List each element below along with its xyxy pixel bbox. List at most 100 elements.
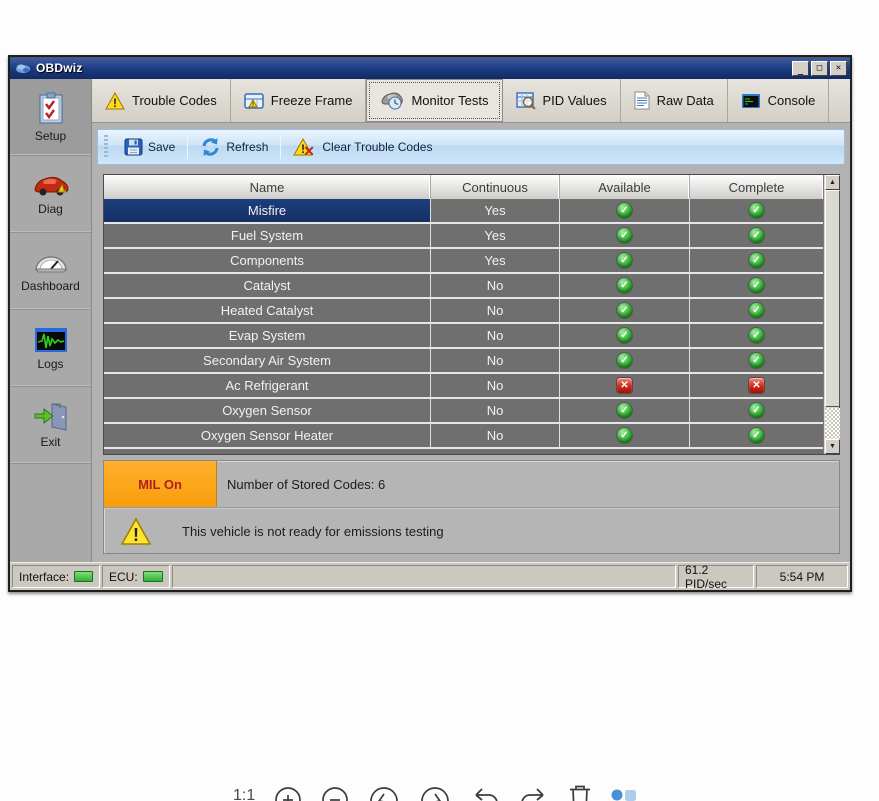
status-ok-icon: [749, 203, 764, 218]
minimize-button[interactable]: _: [792, 61, 809, 76]
toolbar-grip[interactable]: [104, 135, 108, 159]
clear-label: Clear Trouble Codes: [322, 140, 432, 154]
save-label: Save: [148, 140, 175, 154]
status-ok-icon: [749, 403, 764, 418]
cell-continuous: No: [431, 374, 560, 397]
cell-available: [560, 249, 690, 272]
tab-freeze-frame[interactable]: ! Freeze Frame: [231, 79, 367, 122]
sidebar-item-diag[interactable]: ! Diag: [10, 156, 91, 233]
table-row-components[interactable]: Components Yes: [104, 249, 823, 274]
tab-monitor-tests[interactable]: Monitor Tests: [366, 79, 502, 122]
status-ok-icon: [749, 428, 764, 443]
status-ok-icon: [617, 403, 632, 418]
column-header-continuous[interactable]: Continuous: [431, 175, 560, 199]
cell-continuous: Yes: [431, 249, 560, 272]
sidebar-item-dashboard[interactable]: Dashboard: [10, 233, 91, 310]
svg-text:!: !: [63, 187, 65, 193]
cell-continuous: No: [431, 274, 560, 297]
terminal-icon: [741, 93, 761, 109]
document-icon: [634, 91, 650, 110]
toolbar-separator: [187, 135, 188, 159]
sidebar-item-setup[interactable]: Setup: [10, 79, 91, 156]
refresh-label: Refresh: [226, 140, 268, 154]
scrollbar-thumb[interactable]: [825, 190, 840, 407]
sidebar: Setup ! Diag Dashboard: [10, 79, 92, 562]
cell-complete: [690, 224, 823, 247]
cell-name: Heated Catalyst: [104, 299, 431, 322]
grid-magnifier-icon: [516, 92, 536, 110]
tab-label: Monitor Tests: [411, 93, 488, 108]
rotate-cw-icon[interactable]: [419, 785, 451, 801]
sidebar-item-logs[interactable]: Logs: [10, 310, 91, 387]
toolbar-separator: [280, 135, 281, 159]
save-button[interactable]: Save: [116, 135, 183, 159]
save-floppy-icon: [124, 138, 143, 156]
statusbar-spacer-panel: [172, 565, 676, 588]
table-row-evap-system[interactable]: Evap System No: [104, 324, 823, 349]
warning-triangle-icon: !: [105, 92, 125, 110]
clock-panel: 5:54 PM: [756, 565, 848, 588]
svg-text:✕: ✕: [304, 143, 316, 157]
color-tools-icon[interactable]: [611, 785, 637, 801]
tab-label: Trouble Codes: [132, 93, 217, 108]
cell-available: [560, 349, 690, 372]
tab-raw-data[interactable]: Raw Data: [621, 79, 728, 122]
undo-icon[interactable]: [470, 785, 500, 801]
cell-name: Misfire: [104, 199, 431, 222]
table-row-catalyst[interactable]: Catalyst No: [104, 274, 823, 299]
status-ok-icon: [617, 353, 632, 368]
scrollbar-track[interactable]: [825, 408, 840, 439]
scroll-up-button[interactable]: ▲: [825, 175, 840, 190]
emissions-warning-text: This vehicle is not ready for emissions …: [182, 524, 444, 539]
pid-rate-panel: 61.2 PID/sec: [678, 565, 754, 588]
column-header-name[interactable]: Name: [104, 175, 431, 199]
table-row-oxygen-sensor[interactable]: Oxygen Sensor No: [104, 399, 823, 424]
tab-trouble-codes[interactable]: ! Trouble Codes: [92, 79, 231, 122]
table-row-oxygen-sensor-heater[interactable]: Oxygen Sensor Heater No: [104, 424, 823, 449]
cell-continuous: Yes: [431, 224, 560, 247]
checklist-clipboard-icon: [36, 92, 66, 126]
table-row-ac-refrigerant[interactable]: Ac Refrigerant No: [104, 374, 823, 399]
warning-triangle-icon: !: [120, 517, 152, 546]
sidebar-item-label: Logs: [37, 357, 63, 371]
window-title: OBDwiz: [36, 61, 790, 75]
freeze-frame-grid-icon: !: [244, 92, 264, 110]
column-header-available[interactable]: Available: [560, 175, 690, 199]
table-row-fuel-system[interactable]: Fuel System Yes: [104, 224, 823, 249]
titlebar[interactable]: OBDwiz _ □ ✕: [10, 57, 850, 79]
scroll-down-button[interactable]: ▼: [825, 439, 840, 454]
table-scrollbar[interactable]: ▲ ▼: [823, 175, 839, 454]
cell-continuous: No: [431, 324, 560, 347]
sidebar-item-label: Setup: [35, 129, 66, 143]
maximize-button[interactable]: □: [811, 61, 828, 76]
cell-name: Catalyst: [104, 274, 431, 297]
column-header-complete[interactable]: Complete: [690, 175, 823, 199]
status-ok-icon: [617, 228, 632, 243]
app-logo-icon: [15, 62, 31, 74]
tab-console[interactable]: Console: [728, 79, 830, 122]
actual-size-label[interactable]: 1:1: [233, 785, 255, 801]
interface-label: Interface:: [19, 570, 69, 584]
redo-icon[interactable]: [519, 785, 549, 801]
close-button[interactable]: ✕: [830, 61, 847, 76]
refresh-button[interactable]: Refresh: [192, 134, 276, 160]
mil-status-badge[interactable]: MIL On: [104, 461, 217, 507]
zoom-out-icon[interactable]: [321, 785, 349, 801]
zoom-in-icon[interactable]: [274, 785, 302, 801]
delete-trash-icon[interactable]: [568, 785, 592, 801]
status-ok-icon: [617, 203, 632, 218]
cell-complete: [690, 399, 823, 422]
table-row-heated-catalyst[interactable]: Heated Catalyst No: [104, 299, 823, 324]
svg-text:!: !: [113, 96, 117, 110]
table-row-misfire[interactable]: Misfire Yes: [104, 199, 823, 224]
table-row-secondary-air-system[interactable]: Secondary Air System No: [104, 349, 823, 374]
interface-led-icon: [74, 571, 93, 582]
clear-trouble-codes-button[interactable]: ! ✕ Clear Trouble Codes: [285, 134, 440, 160]
rotate-ccw-icon[interactable]: [368, 785, 400, 801]
status-ok-icon: [617, 278, 632, 293]
tab-pid-values[interactable]: PID Values: [503, 79, 621, 122]
partial-table-row: [104, 449, 823, 454]
sidebar-item-exit[interactable]: Exit: [10, 387, 91, 464]
cell-available: [560, 424, 690, 447]
cell-name: Fuel System: [104, 224, 431, 247]
